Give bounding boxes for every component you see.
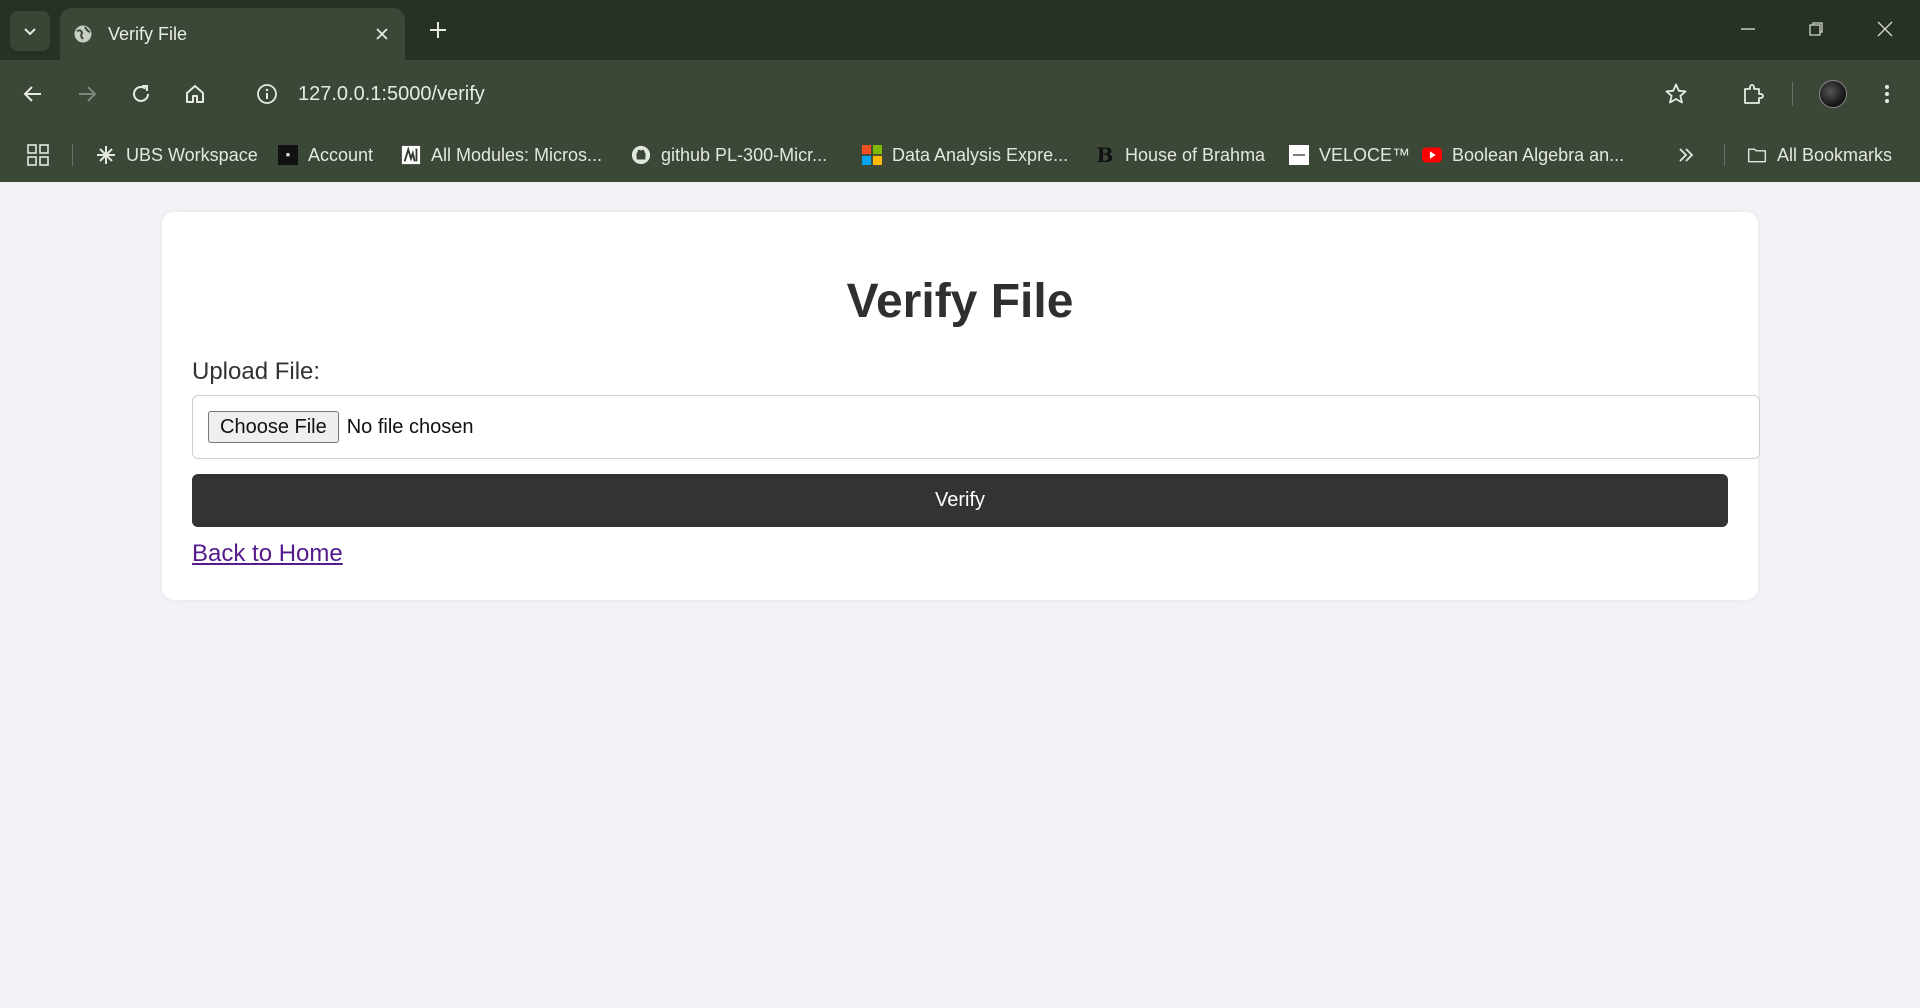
close-window-button[interactable] [1870,14,1900,44]
close-tab-icon[interactable] [371,23,393,45]
back-to-home-link[interactable]: Back to Home [192,540,343,568]
microsoft-icon [862,145,882,165]
bookmarks-divider [72,144,73,166]
tab-title: Verify File [108,23,188,44]
home-icon [186,85,204,103]
bookmark-ubs-workspace[interactable]: UBS Workspace [96,140,258,170]
chevron-down-icon [24,28,36,36]
browser-toolbar: 127.0.0.1:5000/verify [0,60,1920,128]
arrow-left-icon [23,86,41,102]
kebab-menu-icon [1885,85,1889,103]
bookmark-all-modules[interactable]: All Modules: Micros... [401,140,602,170]
brahma-icon: B [1096,143,1114,167]
upload-label: Upload File: [192,358,321,385]
modules-icon [401,145,421,165]
bookmark-label: Data Analysis Expre... [892,144,1069,165]
choose-file-button[interactable]: Choose File [208,411,339,443]
bookmark-github[interactable]: github PL-300-Micr... [631,140,827,170]
double-chevron-right-icon [1679,148,1694,162]
bookmark-label: UBS Workspace [126,144,258,165]
page-title: Verify File [846,275,1074,328]
reload-button[interactable] [124,77,158,111]
restore-button[interactable] [1801,14,1831,44]
bookmarks-bar: UBS Workspace ◼ Account All Modules: Mic… [0,128,1920,182]
bookmark-veloce[interactable]: VELOCE™ [1289,140,1410,170]
globe-icon [72,23,94,45]
forward-button[interactable] [70,77,104,111]
bookmark-label: House of Brahma [1125,144,1266,165]
arrow-right-icon [79,86,97,102]
house-of-rare-icon: ◼ [278,145,298,165]
apps-grid-icon [27,144,49,166]
back-button[interactable] [16,77,50,111]
github-icon [631,145,651,165]
address-bar[interactable]: 127.0.0.1:5000/verify [240,70,1645,118]
bookmark-label: Boolean Algebra an... [1452,144,1625,165]
bookmark-label: All Modules: Micros... [431,144,603,165]
minimize-button[interactable] [1733,14,1763,44]
apps-button[interactable] [26,140,50,170]
new-tab-button[interactable] [424,16,452,44]
verify-button[interactable]: Verify [192,474,1728,527]
star-icon [1665,83,1687,104]
veloce-icon [1289,145,1309,165]
site-info-icon[interactable] [252,79,282,109]
no-file-text: No file chosen [346,415,474,438]
extensions-button[interactable] [1736,77,1770,111]
active-tab[interactable]: Verify File [60,8,405,60]
folder-icon [1747,145,1767,165]
plus-icon [430,22,446,38]
tab-search-button[interactable] [10,11,50,51]
toolbar-divider [1792,82,1793,106]
bookmark-account[interactable]: ◼ Account [278,140,373,170]
youtube-icon [1422,145,1442,165]
puzzle-icon [1744,84,1764,104]
url-text[interactable]: 127.0.0.1:5000/verify [298,83,485,106]
menu-button[interactable] [1870,77,1904,111]
close-icon [1877,21,1893,37]
bookmark-boolean-algebra[interactable]: Boolean Algebra an... [1422,140,1624,170]
bookmark-house-of-brahma[interactable]: B House of Brahma [1095,140,1266,170]
all-bookmarks-button[interactable]: All Bookmarks [1747,140,1892,170]
tab-strip: Verify File [0,0,1920,60]
file-input[interactable]: Choose File No file chosen [192,395,1760,459]
more-bookmarks-button[interactable] [1676,140,1696,170]
bookmark-data-analysis[interactable]: Data Analysis Expre... [862,140,1068,170]
all-bookmarks-label: All Bookmarks [1777,144,1893,165]
reload-icon [133,85,149,102]
bookmark-label: VELOCE™ [1319,144,1411,165]
bookmark-label: Account [308,144,374,165]
bookmark-label: github PL-300-Micr... [661,144,828,165]
home-button[interactable] [178,77,212,111]
verify-card: Verify File Upload File: Choose File No … [162,212,1760,600]
bookmarks-divider [1724,144,1725,166]
ubs-icon [96,145,116,165]
minimize-icon [1741,28,1755,30]
restore-icon [1809,22,1823,36]
profile-avatar[interactable] [1819,80,1847,108]
bookmark-star-button[interactable] [1659,77,1693,111]
